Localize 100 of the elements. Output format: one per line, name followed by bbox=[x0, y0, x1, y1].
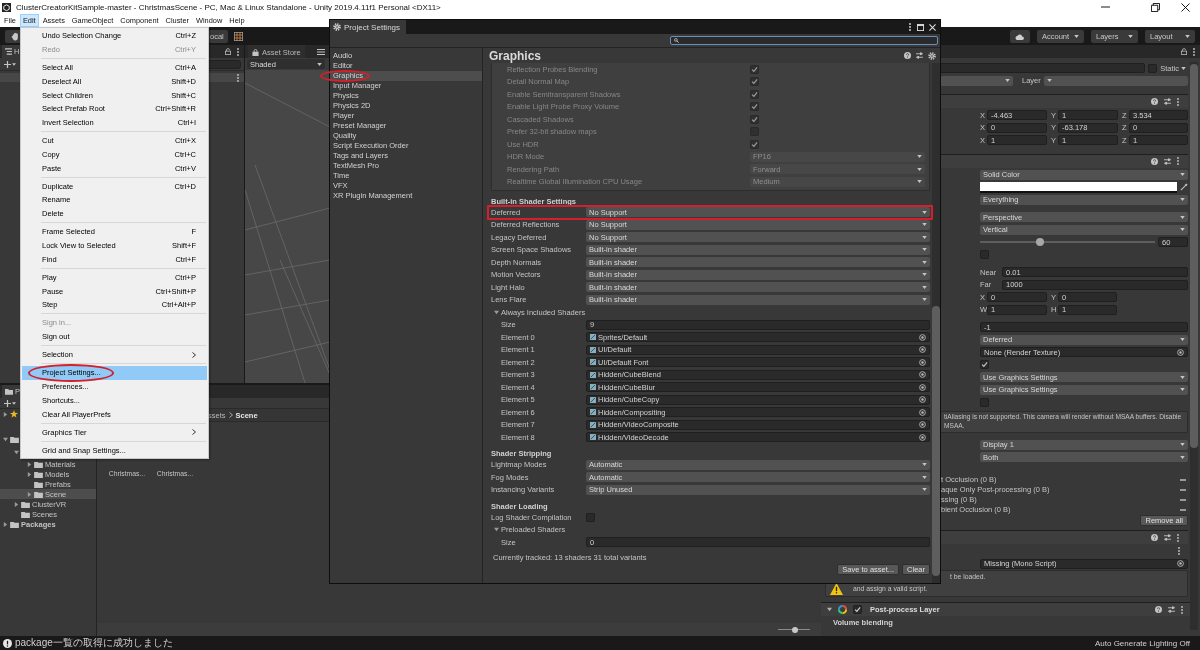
help-icon[interactable] bbox=[1151, 534, 1158, 541]
caret-icon bbox=[922, 210, 927, 214]
grid-icon[interactable] bbox=[233, 31, 243, 41]
caret-icon bbox=[922, 475, 927, 479]
caret-icon bbox=[1185, 34, 1190, 38]
maximize-icon[interactable] bbox=[917, 23, 924, 31]
minus-icon[interactable] bbox=[1180, 478, 1186, 481]
page-heading: Graphics bbox=[489, 48, 542, 63]
list-icon[interactable] bbox=[316, 47, 325, 56]
caret-icon[interactable] bbox=[3, 411, 8, 417]
caret-icon bbox=[1046, 79, 1052, 83]
caret-icon[interactable] bbox=[827, 607, 832, 612]
minimize-icon[interactable] bbox=[1100, 6, 1110, 8]
file-icon bbox=[590, 421, 596, 428]
hand-icon bbox=[10, 31, 20, 41]
caret-icon[interactable] bbox=[27, 471, 32, 477]
caret-icon bbox=[922, 488, 927, 492]
lock-icon[interactable] bbox=[1181, 48, 1187, 55]
name-field[interactable] bbox=[940, 63, 1146, 74]
cloud-icon bbox=[1015, 32, 1025, 40]
slider-thumb[interactable] bbox=[1035, 238, 1044, 247]
file-icon bbox=[590, 396, 596, 403]
minus-icon[interactable] bbox=[1180, 508, 1186, 511]
caret-icon bbox=[1180, 338, 1185, 342]
caret-icon bbox=[1180, 443, 1185, 447]
caret-icon bbox=[1181, 66, 1186, 70]
caret-icon[interactable] bbox=[27, 461, 32, 467]
caret-icon[interactable] bbox=[14, 501, 19, 507]
search-field[interactable] bbox=[670, 36, 938, 45]
caret-icon bbox=[12, 401, 16, 405]
scrollbar[interactable] bbox=[932, 63, 940, 583]
checkbox[interactable] bbox=[853, 605, 862, 614]
sliders-icon[interactable] bbox=[1164, 157, 1171, 165]
add-button[interactable] bbox=[4, 399, 16, 407]
cloud-button[interactable] bbox=[1010, 29, 1030, 43]
plus-icon bbox=[4, 60, 11, 68]
window-tab[interactable]: Project Settings bbox=[330, 20, 407, 34]
minus-icon[interactable] bbox=[1180, 488, 1186, 491]
caret-icon bbox=[917, 167, 922, 171]
caret-icon[interactable] bbox=[27, 491, 32, 497]
caret-icon[interactable] bbox=[3, 521, 8, 527]
eyedropper-icon[interactable] bbox=[1180, 183, 1188, 192]
checkbox[interactable] bbox=[980, 397, 989, 407]
file-icon bbox=[590, 334, 596, 341]
scrollbar[interactable] bbox=[1190, 62, 1198, 630]
help-icon[interactable] bbox=[1151, 157, 1158, 165]
search-icon bbox=[674, 38, 679, 43]
folder-icon bbox=[5, 388, 13, 395]
caret-icon bbox=[1180, 455, 1185, 459]
status-text[interactable]: Auto Generate Lighting Off bbox=[1094, 638, 1190, 648]
sliders-icon[interactable] bbox=[1164, 98, 1171, 105]
caret-icon[interactable] bbox=[3, 437, 8, 442]
caret-icon bbox=[1180, 228, 1185, 232]
caret-icon bbox=[917, 155, 922, 159]
caret-icon[interactable] bbox=[14, 450, 19, 455]
lock-icon[interactable] bbox=[225, 48, 231, 55]
list-icon bbox=[5, 48, 12, 55]
sliders-icon[interactable] bbox=[916, 52, 923, 59]
caret-icon bbox=[922, 223, 927, 227]
plus-icon bbox=[4, 399, 11, 407]
checkbox[interactable] bbox=[586, 512, 595, 522]
file-icon bbox=[590, 359, 596, 366]
checkbox[interactable] bbox=[1148, 63, 1158, 73]
caret-icon bbox=[922, 285, 927, 289]
checkbox[interactable] bbox=[980, 360, 989, 370]
caret-icon bbox=[1128, 34, 1133, 38]
caret-icon bbox=[1180, 375, 1185, 379]
window-title: ClusterCreatorKitSample-master - ChristmasScene - PC, Mac & Linux Standalone - Unity 2019.4.11f1 Personal <DX11> bbox=[16, 2, 441, 12]
target-icon[interactable] bbox=[1177, 560, 1184, 568]
star-icon bbox=[10, 410, 18, 418]
sliders-icon[interactable] bbox=[1164, 534, 1171, 541]
caret-icon bbox=[1180, 198, 1185, 202]
caret-icon bbox=[922, 463, 927, 467]
chevron-icon bbox=[228, 412, 233, 418]
caret-icon bbox=[12, 62, 16, 66]
caret-icon bbox=[1005, 79, 1010, 83]
help-icon[interactable] bbox=[1151, 98, 1158, 105]
minus-icon[interactable] bbox=[1180, 498, 1186, 501]
bag-icon bbox=[252, 49, 259, 56]
help-icon[interactable] bbox=[1155, 606, 1162, 613]
help-icon[interactable] bbox=[904, 52, 911, 59]
caret-icon bbox=[1074, 34, 1079, 38]
caret-icon bbox=[922, 260, 927, 264]
add-button[interactable] bbox=[4, 60, 16, 68]
sliders-icon[interactable] bbox=[1168, 606, 1175, 613]
caret-icon bbox=[1180, 215, 1185, 219]
slider-thumb[interactable] bbox=[791, 626, 798, 633]
file-icon bbox=[590, 434, 596, 441]
file-icon bbox=[590, 371, 596, 378]
caret-icon bbox=[922, 235, 927, 239]
file-icon bbox=[590, 384, 596, 391]
target-icon[interactable] bbox=[1177, 348, 1184, 356]
checkbox[interactable] bbox=[980, 250, 989, 260]
restore-icon[interactable] bbox=[1150, 2, 1160, 12]
gear-icon[interactable] bbox=[928, 51, 936, 60]
gear-icon bbox=[333, 23, 341, 31]
color-swatch[interactable] bbox=[980, 181, 1177, 193]
caret-icon bbox=[317, 62, 322, 66]
close-icon[interactable] bbox=[1180, 2, 1190, 12]
search-field[interactable] bbox=[207, 59, 241, 69]
